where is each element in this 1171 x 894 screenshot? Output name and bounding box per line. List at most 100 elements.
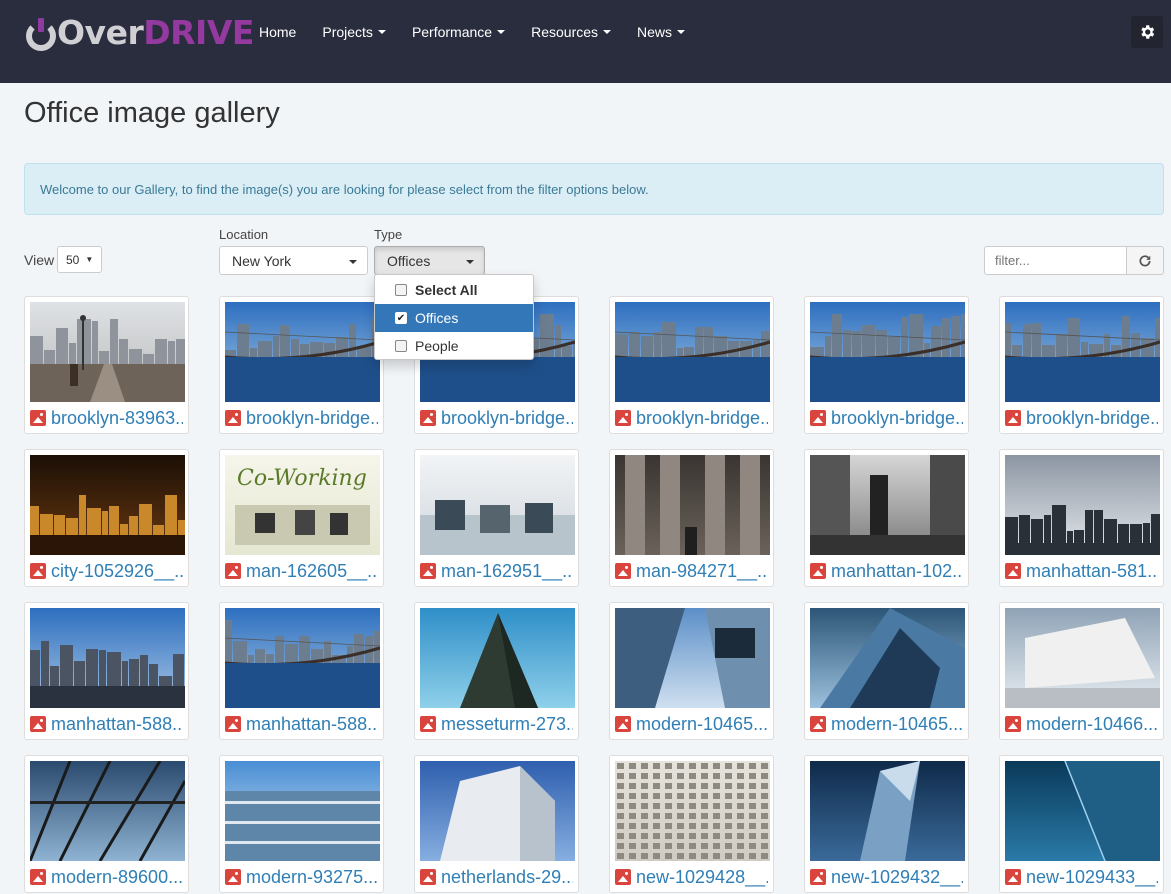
thumbnail-filename[interactable]: messeturm-273... <box>441 714 573 735</box>
nav-news[interactable]: News <box>624 24 698 40</box>
gallery-thumbnail[interactable]: netherlands-29... <box>414 755 579 893</box>
type-option-offices[interactable]: ✔ Offices <box>375 304 533 332</box>
gallery-thumbnail[interactable]: modern-10465... <box>804 602 969 740</box>
thumbnail-caption[interactable]: new-1029433__... <box>1005 866 1158 888</box>
thumbnail-filename[interactable]: city-1052926__... <box>51 561 183 582</box>
thumbnail-filename[interactable]: brooklyn-bridge... <box>636 408 768 429</box>
gallery-thumbnail[interactable]: manhattan-102... <box>804 449 969 587</box>
thumbnail-image-frame[interactable] <box>420 455 575 555</box>
thumbnail-filename[interactable]: brooklyn-83963... <box>51 408 183 429</box>
thumbnail-image-frame[interactable] <box>420 761 575 861</box>
thumbnail-image-frame[interactable] <box>1005 302 1160 402</box>
thumbnail-image-frame[interactable] <box>30 302 185 402</box>
checkbox-icon[interactable] <box>395 284 407 296</box>
thumbnail-filename[interactable]: manhattan-581... <box>1026 561 1158 582</box>
thumbnail-filename[interactable]: new-1029432__... <box>831 867 963 888</box>
nav-performance[interactable]: Performance <box>399 24 518 40</box>
thumbnail-caption[interactable]: man-162951__... <box>420 560 573 582</box>
thumbnail-caption[interactable]: modern-10465... <box>810 713 963 735</box>
gallery-thumbnail[interactable]: modern-10465... <box>609 602 774 740</box>
gallery-thumbnail[interactable]: brooklyn-83963... <box>24 296 189 434</box>
brand-logo[interactable]: OverDRIVE <box>26 13 254 53</box>
type-option-people[interactable]: People <box>375 332 533 360</box>
thumbnail-filename[interactable]: man-162605__... <box>246 561 378 582</box>
thumbnail-caption[interactable]: manhattan-588... <box>30 713 183 735</box>
gallery-thumbnail[interactable]: city-1052926__... <box>24 449 189 587</box>
thumbnail-image-frame[interactable] <box>810 608 965 708</box>
thumbnail-filename[interactable]: man-162951__... <box>441 561 573 582</box>
gallery-thumbnail[interactable]: modern-89600... <box>24 755 189 893</box>
gallery-thumbnail[interactable]: brooklyn-bridge... <box>219 296 384 434</box>
thumbnail-caption[interactable]: brooklyn-bridge... <box>225 407 378 429</box>
refresh-button[interactable] <box>1126 246 1164 275</box>
thumbnail-image-frame[interactable] <box>615 455 770 555</box>
thumbnail-caption[interactable]: modern-93275... <box>225 866 378 888</box>
thumbnail-caption[interactable]: brooklyn-bridge... <box>420 407 573 429</box>
gallery-thumbnail[interactable]: messeturm-273... <box>414 602 579 740</box>
thumbnail-image-frame[interactable]: Co-Working <box>225 455 380 555</box>
gallery-thumbnail[interactable]: new-1029428__... <box>609 755 774 893</box>
nav-home[interactable]: Home <box>246 24 309 40</box>
thumbnail-image-frame[interactable] <box>615 608 770 708</box>
thumbnail-filename[interactable]: manhattan-588... <box>246 714 378 735</box>
thumbnail-caption[interactable]: brooklyn-bridge... <box>1005 407 1158 429</box>
thumbnail-caption[interactable]: modern-89600... <box>30 866 183 888</box>
thumbnail-filename[interactable]: brooklyn-bridge... <box>246 408 378 429</box>
thumbnail-caption[interactable]: brooklyn-bridge... <box>810 407 963 429</box>
thumbnail-filename[interactable]: manhattan-102... <box>831 561 963 582</box>
thumbnail-image-frame[interactable] <box>810 455 965 555</box>
gallery-thumbnail[interactable]: man-984271__... <box>609 449 774 587</box>
type-dropdown[interactable]: Offices <box>374 246 485 275</box>
thumbnail-image-frame[interactable] <box>1005 455 1160 555</box>
nav-resources[interactable]: Resources <box>518 24 624 40</box>
gallery-thumbnail[interactable]: brooklyn-bridge... <box>609 296 774 434</box>
thumbnail-caption[interactable]: modern-10466... <box>1005 713 1158 735</box>
checkbox-checked-icon[interactable]: ✔ <box>395 312 407 324</box>
gallery-thumbnail[interactable]: manhattan-588... <box>219 602 384 740</box>
thumbnail-filename[interactable]: brooklyn-bridge... <box>1026 408 1158 429</box>
thumbnail-caption[interactable]: modern-10465... <box>615 713 768 735</box>
thumbnail-filename[interactable]: manhattan-588... <box>51 714 183 735</box>
thumbnail-filename[interactable]: modern-10466... <box>1026 714 1158 735</box>
thumbnail-image-frame[interactable] <box>420 608 575 708</box>
thumbnail-image-frame[interactable] <box>30 608 185 708</box>
gallery-thumbnail[interactable]: brooklyn-bridge... <box>804 296 969 434</box>
thumbnail-image-frame[interactable] <box>30 761 185 861</box>
gallery-thumbnail[interactable]: manhattan-588... <box>24 602 189 740</box>
gallery-thumbnail[interactable]: manhattan-581... <box>999 449 1164 587</box>
thumbnail-image-frame[interactable] <box>225 608 380 708</box>
gallery-thumbnail[interactable]: modern-93275... <box>219 755 384 893</box>
thumbnail-caption[interactable]: brooklyn-83963... <box>30 407 183 429</box>
type-option-select-all[interactable]: Select All <box>375 276 533 304</box>
thumbnail-caption[interactable]: manhattan-102... <box>810 560 963 582</box>
thumbnail-caption[interactable]: new-1029432__... <box>810 866 963 888</box>
thumbnail-image-frame[interactable] <box>225 761 380 861</box>
thumbnail-filename[interactable]: brooklyn-bridge... <box>831 408 963 429</box>
thumbnail-caption[interactable]: man-984271__... <box>615 560 768 582</box>
thumbnail-image-frame[interactable] <box>615 761 770 861</box>
thumbnail-caption[interactable]: netherlands-29... <box>420 866 573 888</box>
gallery-thumbnail[interactable]: new-1029433__... <box>999 755 1164 893</box>
settings-button[interactable] <box>1131 16 1163 48</box>
view-select[interactable]: 50 ▼ <box>57 246 102 273</box>
thumbnail-image-frame[interactable] <box>1005 608 1160 708</box>
gallery-thumbnail[interactable]: man-162951__... <box>414 449 579 587</box>
thumbnail-image-frame[interactable] <box>1005 761 1160 861</box>
nav-projects[interactable]: Projects <box>309 24 399 40</box>
thumbnail-caption[interactable]: new-1029428__... <box>615 866 768 888</box>
thumbnail-filename[interactable]: new-1029428__... <box>636 867 768 888</box>
gallery-thumbnail[interactable]: Co-Working man-162605__... <box>219 449 384 587</box>
gallery-thumbnail[interactable]: modern-10466... <box>999 602 1164 740</box>
thumbnail-image-frame[interactable] <box>615 302 770 402</box>
filter-input[interactable] <box>984 246 1127 275</box>
thumbnail-image-frame[interactable] <box>810 761 965 861</box>
thumbnail-image-frame[interactable] <box>225 302 380 402</box>
thumbnail-image-frame[interactable] <box>810 302 965 402</box>
thumbnail-caption[interactable]: manhattan-581... <box>1005 560 1158 582</box>
thumbnail-image-frame[interactable] <box>30 455 185 555</box>
thumbnail-caption[interactable]: messeturm-273... <box>420 713 573 735</box>
thumbnail-filename[interactable]: netherlands-29... <box>441 867 573 888</box>
checkbox-icon[interactable] <box>395 340 407 352</box>
location-dropdown[interactable]: New York <box>219 246 368 275</box>
thumbnail-caption[interactable]: manhattan-588... <box>225 713 378 735</box>
